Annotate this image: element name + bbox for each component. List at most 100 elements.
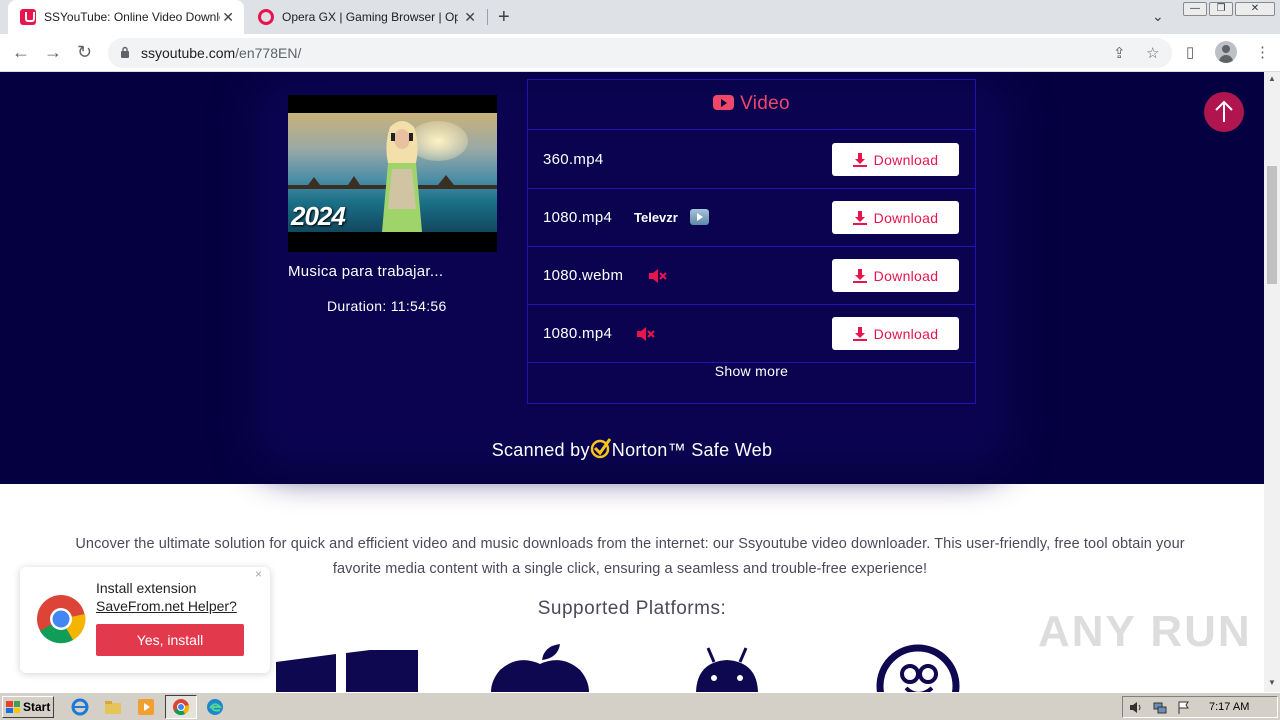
norton-check-icon [590,438,611,459]
download-button[interactable]: Download [832,143,959,176]
download-icon [852,326,867,341]
thumbnail-person [382,121,422,232]
taskbar: Start 7:17 AM [0,692,1280,720]
youtube-icon [713,95,735,110]
televzr-play-icon[interactable] [690,209,709,225]
download-button[interactable]: Download [832,317,959,350]
bookmark-star-icon[interactable]: ☆ [1146,44,1159,62]
new-tab-icon[interactable]: + [498,7,510,27]
reload-icon[interactable]: ↻ [77,42,92,62]
tab-close-icon[interactable]: ✕ [464,10,476,24]
url-text: ssyoutube.com/en778EN/ [141,45,301,61]
action-center-flag-icon[interactable] [1177,701,1191,714]
system-tray: 7:17 AM [1122,696,1278,718]
restore-button[interactable]: ❐ [1209,2,1233,16]
tab-close-icon[interactable]: ✕ [222,10,234,24]
table-header: Video [528,80,975,130]
media-player-icon[interactable] [137,698,155,716]
tab-ssyoutube[interactable]: SSYouTube: Online Video Downloade ✕ [8,0,244,34]
chrome-logo-icon [37,595,86,644]
url-path: /en778EN/ [235,45,302,61]
folder-icon[interactable] [104,698,122,716]
download-label: Download [873,151,939,168]
start-button[interactable]: Start [2,696,54,718]
format-label: 1080.mp4 [543,209,613,226]
show-more-button[interactable]: Show more [528,363,975,379]
scroll-to-top-button[interactable] [1204,92,1244,132]
download-table: Video 360.mp4 Download 1080.mp4 Televzr … [527,79,976,404]
norton-prefix: Scanned by [491,440,590,460]
scroll-down-icon[interactable]: ▼ [1268,678,1276,687]
lock-icon [121,46,129,58]
tab-title: Opera GX | Gaming Browser | Opera [282,10,458,24]
download-label: Download [873,325,939,342]
tab-opera-gx[interactable]: Opera GX | Gaming Browser | Opera ✕ [250,0,486,34]
muted-audio-icon [637,327,655,341]
apple-icon [491,644,589,692]
format-row: 1080.webm Download [528,247,975,305]
video-thumbnail[interactable]: 2024 [288,95,497,252]
tab-title: SSYouTube: Online Video Downloade [44,10,220,24]
popup-extension-link[interactable]: SaveFrom.net Helper? [96,598,237,614]
norton-brand: Norton™ Safe Web [611,440,773,460]
back-icon[interactable]: ← [12,42,30,62]
close-window-button[interactable]: ✕ [1235,2,1275,16]
format-label: 1080.mp4 [543,325,613,342]
clock[interactable]: 7:17 AM [1209,701,1249,713]
video-title: Musica para trabajar... [288,263,444,280]
thumbnail-year-text: 2024 [291,201,346,231]
ie-icon[interactable] [71,698,89,716]
download-icon [852,210,867,225]
ssyoutube-favicon-icon [20,9,36,25]
video-tab[interactable]: Video [528,93,975,115]
download-icon [852,268,867,283]
windows-flag-icon [6,701,20,713]
download-label: Download [873,209,939,226]
browser-toolbar: ← → ↻ ssyoutube.com/en778EN/ ⇪ ☆ ▯ ⋮ [0,34,1280,72]
thumbnail-image: 2024 [288,113,497,232]
muted-audio-icon [649,269,667,283]
format-label: 1080.webm [543,267,624,284]
tab-separator [487,9,488,25]
page-scrollbar[interactable]: ▲ ▼ [1264,72,1280,692]
minimize-button[interactable]: — [1183,2,1207,16]
opera-favicon-icon [258,9,274,25]
download-label: Download [873,267,939,284]
scroll-up-icon[interactable]: ▲ [1268,74,1276,83]
linux-icon [876,644,960,692]
format-label: 360.mp4 [543,151,604,168]
download-button[interactable]: Download [832,201,959,234]
extension-install-popup: Install extension SaveFrom.net Helper? Y… [20,567,270,673]
side-panel-icon[interactable]: ▯ [1186,43,1194,61]
share-icon[interactable]: ⇪ [1113,44,1126,62]
arrow-up-icon [1215,100,1233,122]
result-section: 2024 Musica para trabajar... Duration: 1… [0,72,1264,484]
popup-title: Install extension [96,580,197,596]
popup-close-icon[interactable]: × [255,567,262,581]
address-bar[interactable]: ssyoutube.com/en778EN/ ⇪ ☆ [108,38,1172,68]
format-row: 1080.mp4 Download [528,305,975,363]
video-duration: Duration: 11:54:56 [327,298,447,314]
android-icon [696,647,758,692]
tab-strip: SSYouTube: Online Video Downloade ✕ Oper… [0,0,1280,34]
start-label: Start [23,700,51,714]
install-button[interactable]: Yes, install [96,624,244,656]
edge-icon[interactable] [206,698,224,716]
format-row: 360.mp4 Download [528,131,975,189]
forward-icon[interactable]: → [44,42,62,62]
anyrun-watermark: ANY RUN [1038,607,1252,656]
chrome-taskbar-button[interactable] [165,695,197,719]
video-header-label: Video [740,93,790,114]
download-button[interactable]: Download [832,259,959,292]
scrollbar-thumb[interactable] [1267,166,1277,284]
profile-avatar-icon[interactable] [1215,41,1237,63]
norton-badge[interactable]: Scanned by Norton™ Safe Web [0,437,1264,461]
format-row: 1080.mp4 Televzr Download [528,189,975,247]
url-host: ssyoutube.com [141,45,236,61]
network-icon[interactable] [1153,701,1167,714]
televzr-label[interactable]: Televzr [634,210,678,225]
menu-kebab-icon[interactable]: ⋮ [1255,43,1270,61]
download-icon [852,152,867,167]
volume-icon[interactable] [1129,701,1143,714]
tab-search-chevron-icon[interactable]: ⌄ [1152,8,1164,25]
